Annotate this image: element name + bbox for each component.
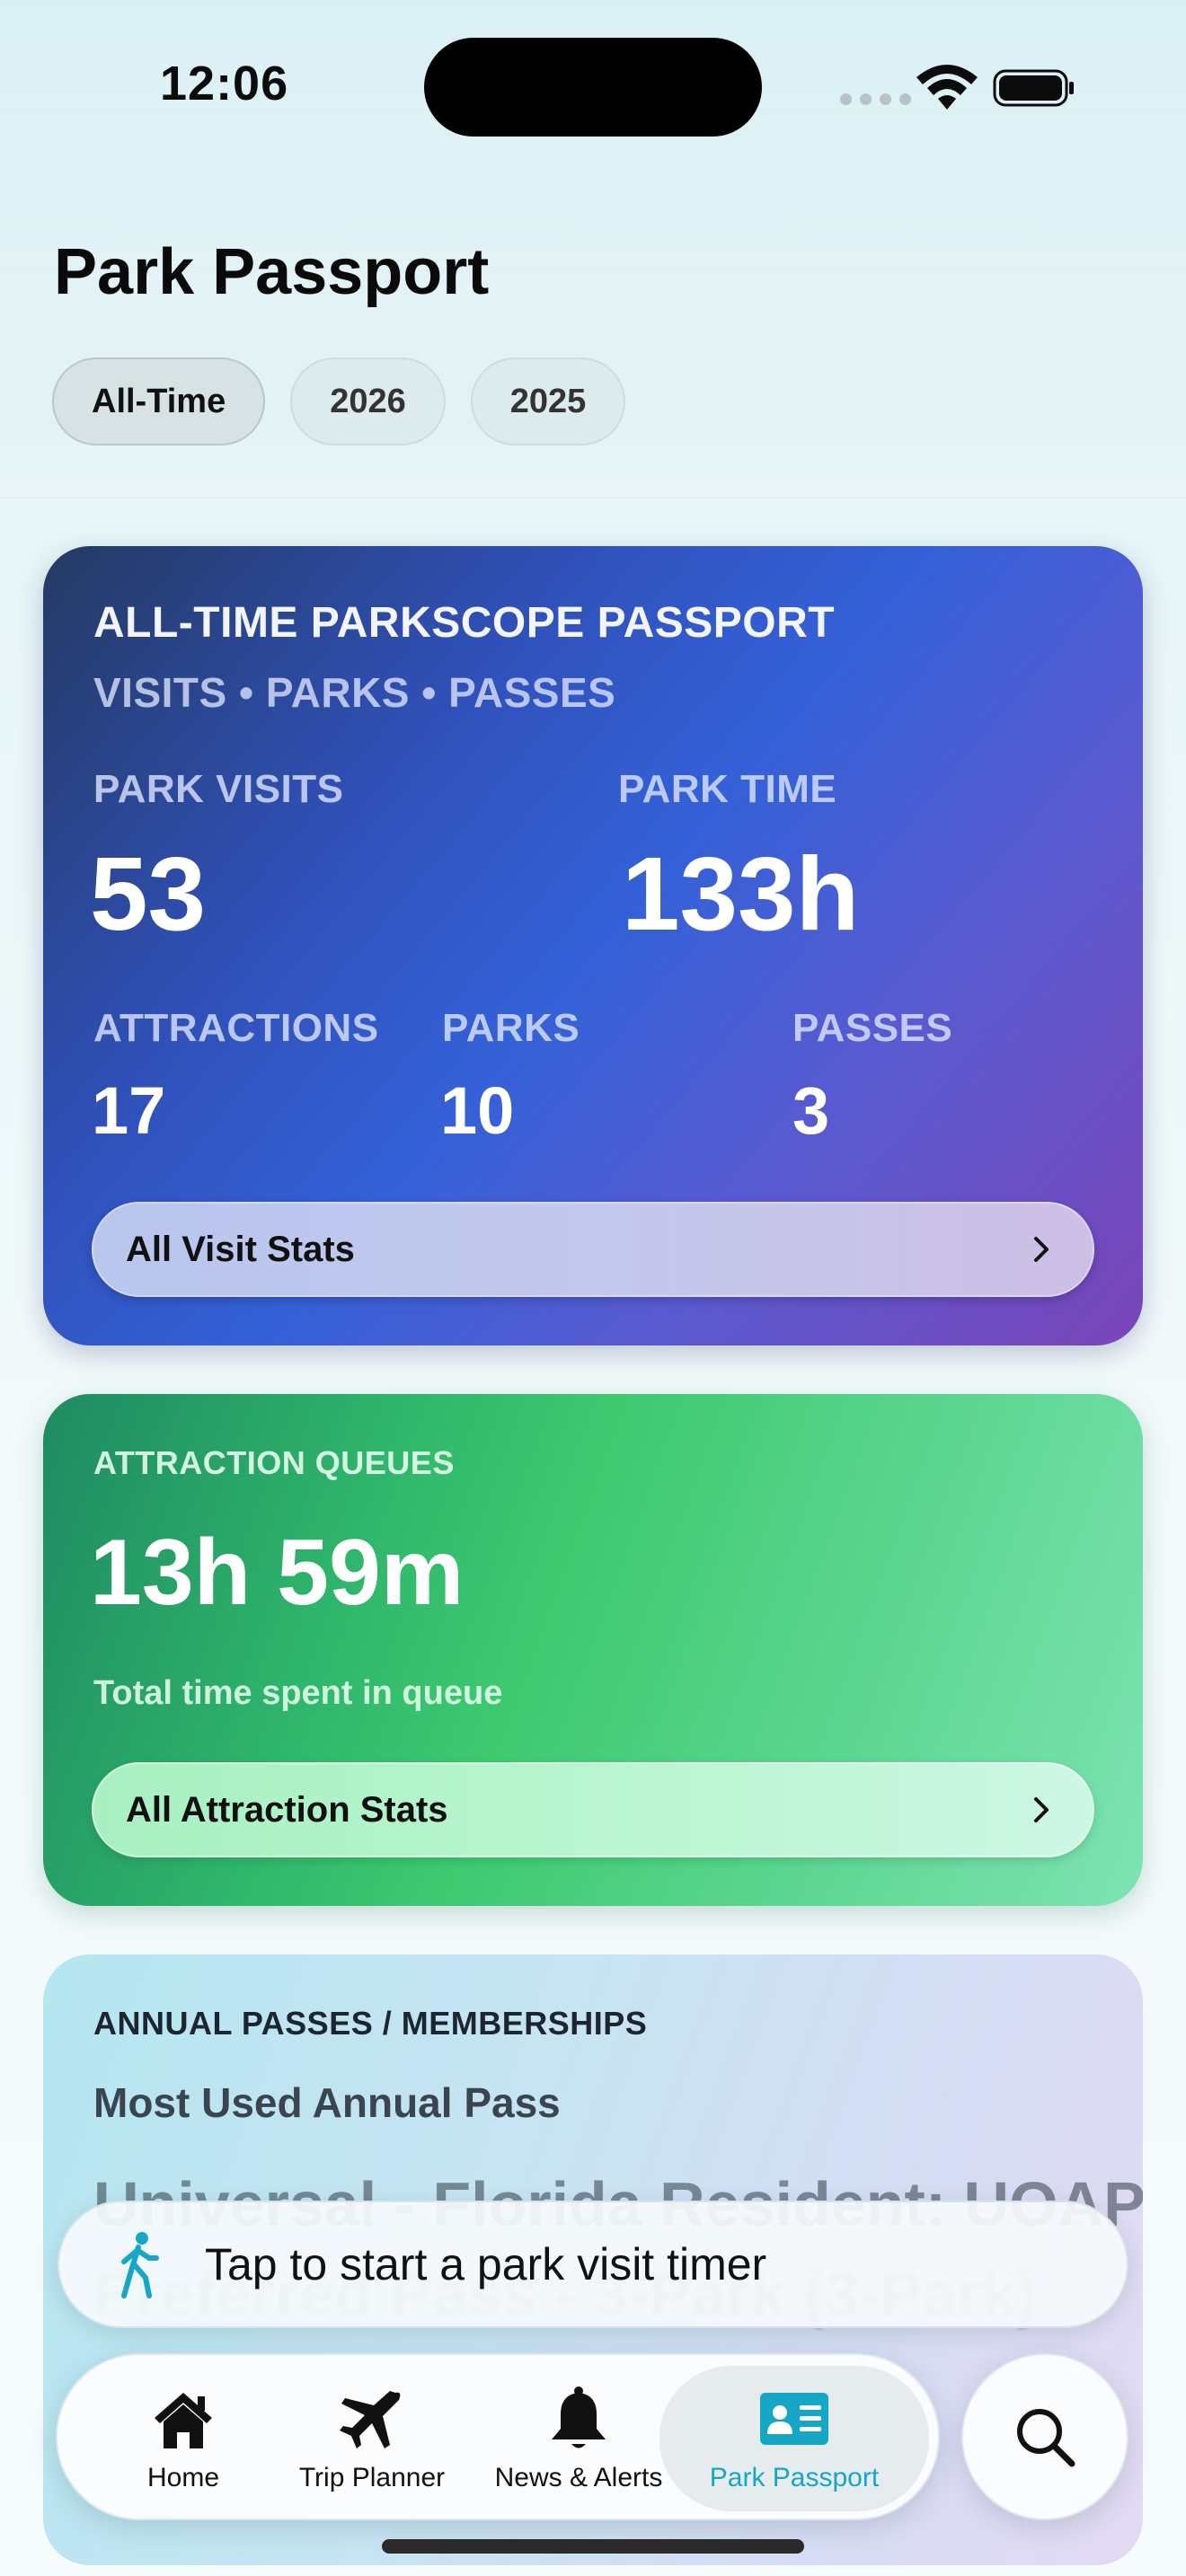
tab-trip-planner-label: Trip Planner bbox=[298, 2463, 446, 2492]
visits-summary-card: ALL-TIME PARKSCOPE PASSPORT VISITS • PAR… bbox=[43, 546, 1143, 1345]
home-indicator[interactable] bbox=[382, 2539, 804, 2554]
all-attraction-stats-button[interactable]: All Attraction Stats bbox=[92, 1762, 1094, 1857]
tab-park-passport[interactable]: Park Passport bbox=[659, 2366, 929, 2511]
filter-chip-2026[interactable]: 2026 bbox=[290, 357, 446, 446]
tab-home[interactable]: Home bbox=[93, 2355, 273, 2522]
passes-value: 3 bbox=[792, 1073, 830, 1148]
queues-card-title: ATTRACTION QUEUES bbox=[93, 1444, 455, 1481]
bell-icon bbox=[552, 2386, 606, 2448]
tab-news-alerts[interactable]: News & Alerts bbox=[471, 2355, 686, 2522]
park-time-value: 133h bbox=[622, 835, 860, 952]
id-card-icon bbox=[760, 2393, 828, 2445]
timer-prompt-text: Tap to start a park visit timer bbox=[205, 2239, 767, 2289]
search-icon bbox=[1017, 2409, 1075, 2467]
visits-card-subtitle: VISITS • PARKS • PASSES bbox=[93, 669, 616, 716]
filter-chip-all-time[interactable]: All-Time bbox=[52, 357, 266, 446]
park-visits-value: 53 bbox=[90, 835, 207, 952]
status-bar: 12:06 bbox=[0, 0, 1186, 180]
walking-person-icon bbox=[121, 2232, 159, 2298]
queue-time-value: 13h 59m bbox=[90, 1521, 465, 1625]
visits-card-title: ALL-TIME PARKSCOPE PASSPORT bbox=[93, 599, 836, 647]
all-visit-stats-label: All Visit Stats bbox=[126, 1229, 355, 1269]
chevron-right-icon bbox=[1034, 1797, 1049, 1822]
attractions-label: ATTRACTIONS bbox=[93, 1006, 379, 1050]
period-filter-chips: All-Time 2026 2025 bbox=[52, 357, 626, 446]
cellular-signal-icon bbox=[840, 93, 911, 105]
attraction-queues-card: ATTRACTION QUEUES 13h 59m Total time spe… bbox=[43, 1394, 1143, 1906]
queue-time-caption: Total time spent in queue bbox=[93, 1674, 503, 1712]
airplane-icon bbox=[340, 2391, 401, 2448]
passes-card-title: ANNUAL PASSES / MEMBERSHIPS bbox=[93, 2005, 648, 2042]
tab-news-alerts-label: News & Alerts bbox=[494, 2463, 663, 2492]
wifi-icon bbox=[916, 65, 978, 110]
park-visit-timer-bar[interactable]: Tap to start a park visit timer bbox=[58, 2201, 1128, 2328]
passes-label: PASSES bbox=[792, 1006, 953, 1050]
parks-value: 10 bbox=[440, 1073, 515, 1148]
bottom-tab-bar: Home Trip Planner News & Alerts Park Pas… bbox=[56, 2353, 940, 2520]
passes-card-subtitle: Most Used Annual Pass bbox=[93, 2079, 561, 2126]
status-time: 12:06 bbox=[160, 57, 289, 110]
battery-icon bbox=[993, 69, 1074, 107]
all-visit-stats-button[interactable]: All Visit Stats bbox=[92, 1202, 1094, 1297]
chevron-right-icon bbox=[1034, 1237, 1049, 1262]
parks-label: PARKS bbox=[442, 1006, 580, 1050]
dynamic-island bbox=[424, 38, 762, 137]
tab-park-passport-label: Park Passport bbox=[709, 2463, 880, 2492]
park-time-label: PARK TIME bbox=[618, 767, 837, 811]
filter-chip-2025[interactable]: 2025 bbox=[470, 357, 626, 446]
park-visits-label: PARK VISITS bbox=[93, 767, 344, 811]
page-title: Park Passport bbox=[54, 236, 490, 308]
tab-home-label: Home bbox=[146, 2463, 220, 2492]
search-button[interactable] bbox=[961, 2353, 1128, 2520]
tab-trip-planner[interactable]: Trip Planner bbox=[273, 2355, 471, 2522]
all-attraction-stats-label: All Attraction Stats bbox=[126, 1789, 448, 1830]
house-icon bbox=[155, 2393, 212, 2448]
attractions-value: 17 bbox=[92, 1073, 166, 1148]
